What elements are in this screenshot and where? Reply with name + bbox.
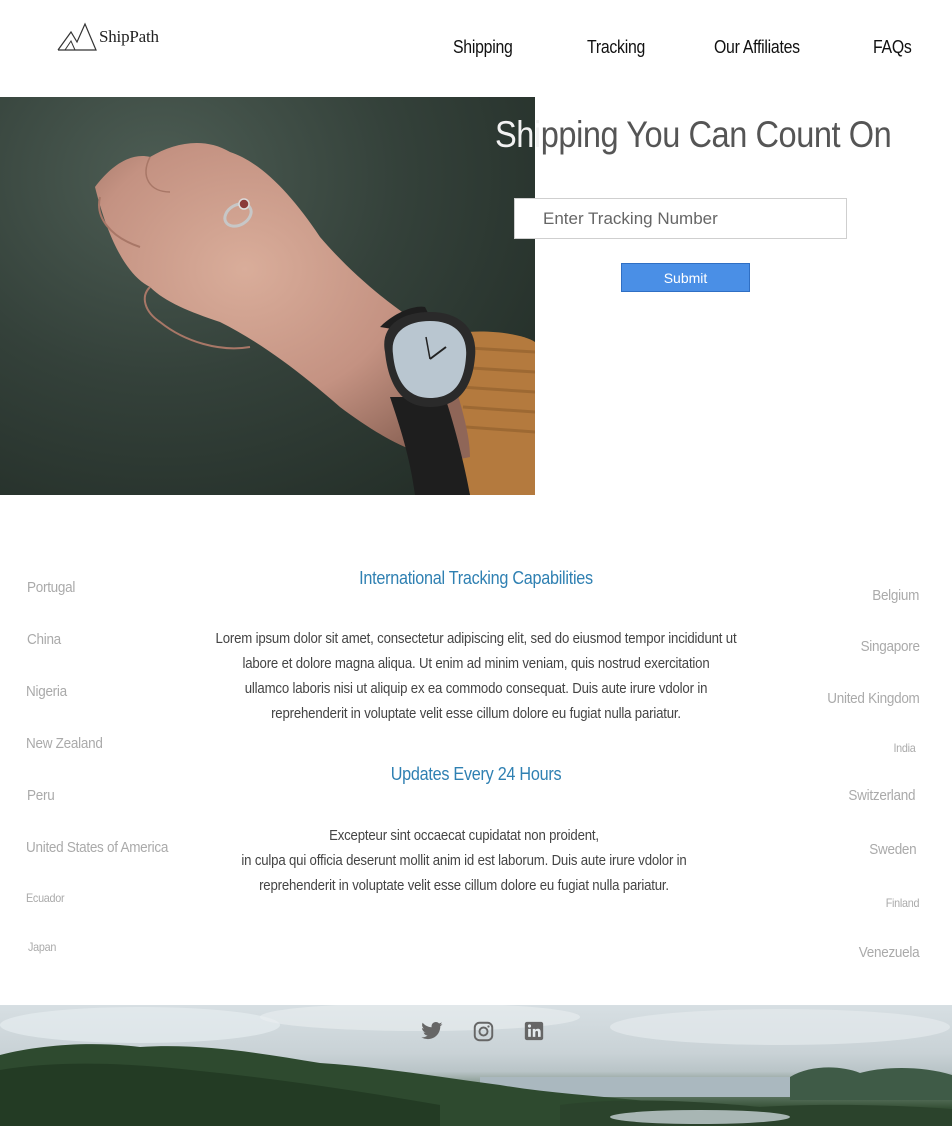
section-1-paragraph: Lorem ipsum dolor sit amet, consectetur … [142, 626, 811, 726]
paragraph-line: labore et dolore magna aliqua. Ut enim a… [242, 655, 710, 672]
linkedin-icon[interactable] [522, 1019, 546, 1043]
country-nigeria: Nigeria [26, 683, 67, 700]
paragraph-line: Excepteur sint occaecat cupidatat non pr… [329, 827, 599, 844]
country-new-zealand: New Zealand [26, 735, 103, 752]
logo[interactable]: ShipPath [57, 22, 159, 52]
section-2-paragraph: Excepteur sint occaecat cupidatat non pr… [140, 823, 788, 898]
instagram-icon[interactable] [471, 1019, 495, 1043]
paragraph-line: reprehenderit in voluptate velit esse ci… [271, 705, 681, 722]
tracking-number-input[interactable] [514, 198, 847, 239]
brand-name: ShipPath [99, 27, 159, 46]
site-header: ShipPath Shipping Tracking Our Affiliate… [0, 0, 952, 97]
country-sweden: Sweden [868, 841, 916, 858]
hand-watch-illustration [95, 142, 535, 495]
section-title-updates: Updates Every 24 Hours [390, 764, 562, 784]
country-united-kingdom: United Kingdom [827, 690, 921, 707]
country-ecuador: Ecuador [26, 891, 65, 905]
country-peru: Peru [27, 787, 55, 804]
hero-title-rest: pping You Can Count On [540, 114, 892, 155]
hero-title-start: Shi [495, 114, 541, 155]
country-singapore: Singapore [860, 638, 920, 655]
country-india: India [893, 741, 916, 755]
paragraph-line: Lorem ipsum dolor sit amet, consectetur … [215, 630, 737, 647]
section-title-international-tracking: International Tracking Capabilities [359, 568, 593, 588]
country-switzerland: Switzerland [848, 787, 915, 804]
paragraph-line: in culpa qui officia deserunt mollit ani… [241, 852, 687, 869]
nav-our-affiliates[interactable]: Our Affiliates [714, 37, 800, 58]
hero-title: Shipping You Can Count On [495, 114, 892, 156]
paragraph-line: ullamco laboris nisi ut aliquip ex ea co… [244, 680, 708, 697]
nav-tracking[interactable]: Tracking [587, 37, 645, 58]
hero-image [0, 97, 535, 495]
submit-button[interactable]: Submit [621, 263, 750, 292]
twitter-icon[interactable] [420, 1019, 444, 1043]
country-venezuela: Venezuela [858, 944, 919, 961]
country-japan: Japan [28, 940, 57, 954]
mountain-logo-icon [57, 22, 97, 51]
paragraph-line: reprehenderit in voluptate velit esse ci… [259, 877, 669, 894]
nav-shipping[interactable]: Shipping [453, 37, 513, 58]
country-finland: Finland [885, 896, 919, 910]
country-belgium: Belgium [872, 587, 919, 604]
nav-faqs[interactable]: FAQs [873, 37, 912, 58]
country-china: China [27, 631, 61, 648]
